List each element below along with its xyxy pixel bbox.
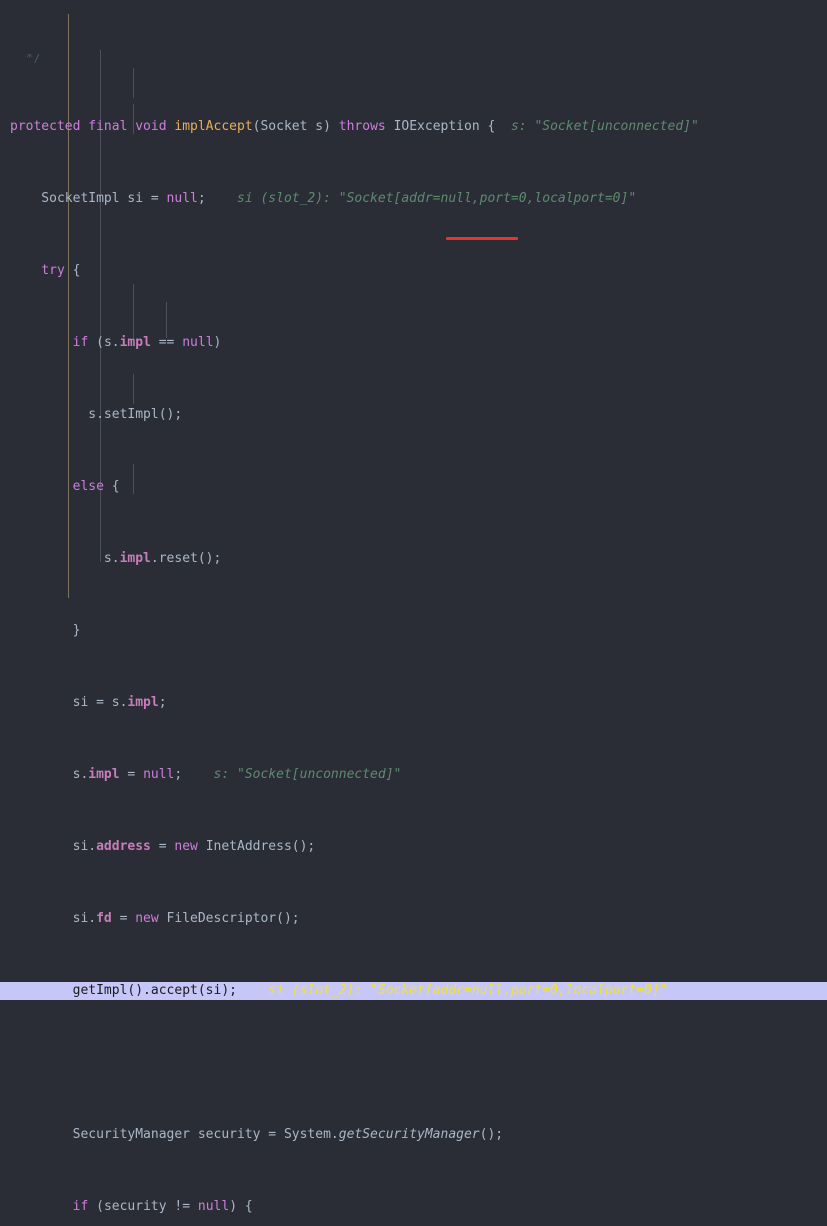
token-ident: security — [103, 1199, 175, 1214]
token-field: impl — [119, 335, 151, 350]
code-editor[interactable]: */ protected final void implAccept(Socke… — [0, 0, 827, 1214]
token-type: SecurityManager — [10, 1127, 191, 1142]
token-op: == — [150, 335, 183, 350]
token-punc: ; — [197, 191, 222, 206]
token-ident: s. — [10, 407, 104, 422]
token-op: = — [150, 191, 167, 206]
token-keyword: throws — [338, 119, 394, 134]
token-punc: (); — [158, 407, 183, 422]
code-line[interactable]: if (security != null) { — [0, 1198, 827, 1216]
token-keyword: protected final void — [10, 119, 175, 134]
token-type: InetAddress — [205, 839, 292, 854]
token-op: = — [268, 1127, 284, 1142]
code-line[interactable]: s.impl = null; s: "Socket[unconnected]" — [0, 766, 827, 784]
token-method-call: accept — [150, 983, 198, 998]
inline-hint[interactable]: s: "Socket[unconnected]" — [198, 767, 402, 782]
token-ident: s. — [10, 551, 120, 566]
token-punc: (). — [127, 983, 151, 998]
token-field: fd — [96, 911, 112, 926]
inline-hint-highlighted[interactable]: si (slot_2): "Socket[addr=null,port=0,lo… — [253, 983, 667, 998]
token-field: impl — [88, 767, 120, 782]
token-field: impl — [119, 551, 151, 566]
token-static-method-call: getSecurityManager — [338, 1127, 480, 1142]
token-type: System — [283, 1127, 331, 1142]
code-line[interactable]: SecurityManager security = System.getSec… — [0, 1126, 827, 1144]
token-punc: ; — [174, 767, 198, 782]
token-punc: (); — [197, 551, 222, 566]
token-op: = — [119, 767, 144, 782]
token-ident: si — [119, 191, 151, 206]
token-ident: si. — [10, 839, 97, 854]
code-line-highlighted[interactable]: getImpl().accept(si); si (slot_2): "Sock… — [0, 982, 827, 1000]
token-op: != — [174, 1199, 198, 1214]
token-punc: . — [330, 1127, 339, 1142]
token-punc: (); — [276, 911, 300, 926]
token-ident: s. — [103, 335, 120, 350]
token-keyword: null — [143, 767, 175, 782]
token-method-call: setImpl — [103, 407, 159, 422]
token-keyword: if — [10, 335, 89, 350]
token-keyword: null — [182, 335, 214, 350]
token-keyword: new — [174, 839, 206, 854]
token-ident: security — [190, 1127, 269, 1142]
token-blank — [10, 1055, 18, 1070]
token-keyword: null — [197, 1199, 230, 1214]
code-line[interactable]: SocketImpl si = null; si (slot_2): "Sock… — [0, 190, 827, 208]
code-line[interactable]: } — [0, 622, 827, 640]
code-line[interactable]: si = s.impl; — [0, 694, 827, 712]
token-field: address — [96, 839, 151, 854]
token-method-call: getImpl — [10, 983, 128, 998]
token-keyword: else — [10, 479, 104, 494]
comment-tail: */ — [10, 54, 42, 64]
token-punc: ) — [213, 335, 222, 350]
token-punc: (); — [291, 839, 316, 854]
token-keyword: new — [135, 911, 167, 926]
token-punc: . — [150, 551, 159, 566]
code-line[interactable]: si.fd = new FileDescriptor(); — [0, 910, 827, 928]
code-line[interactable]: */ — [0, 54, 827, 64]
code-line[interactable]: protected final void implAccept(Socket s… — [0, 118, 827, 136]
inline-hint[interactable]: s: "Socket[unconnected]" — [495, 119, 699, 134]
token-punc: ) { — [229, 1199, 253, 1214]
token-punc: ) — [323, 119, 339, 134]
token-field: impl — [127, 695, 159, 710]
token-ident: s — [307, 119, 324, 134]
token-method-call: reset — [158, 551, 198, 566]
token-punc: ( — [88, 1199, 104, 1214]
code-line[interactable]: else { — [0, 478, 827, 496]
token-punc: ; — [158, 695, 167, 710]
token-op: = — [111, 911, 136, 926]
token-type: SocketImpl — [10, 191, 120, 206]
token-type: IOException — [393, 119, 480, 134]
token-ident: si = s. — [10, 695, 128, 710]
token-ident: si. — [10, 911, 97, 926]
code-line[interactable]: if (s.impl == null) — [0, 334, 827, 352]
token-punc: } — [10, 623, 81, 638]
inline-hint[interactable]: si (slot_2): "Socket[addr=null,port=0,lo… — [221, 191, 636, 206]
token-method-decl: implAccept — [174, 119, 253, 134]
token-type: FileDescriptor — [166, 911, 277, 926]
token-punc: { — [479, 119, 496, 134]
code-line[interactable]: s.setImpl(); — [0, 406, 827, 424]
token-punc: { — [64, 263, 81, 278]
code-lines[interactable]: */ protected final void implAccept(Socke… — [0, 0, 827, 1226]
token-op: = — [150, 839, 175, 854]
token-keyword: try — [10, 263, 65, 278]
token-keyword: if — [10, 1199, 89, 1214]
token-punc: ( — [88, 335, 104, 350]
code-line[interactable]: try { — [0, 262, 827, 280]
code-line[interactable]: s.impl.reset(); — [0, 550, 827, 568]
token-punc: (si); — [197, 983, 253, 998]
code-line[interactable] — [0, 1054, 827, 1072]
token-punc: (); — [479, 1127, 504, 1142]
token-keyword: null — [166, 191, 198, 206]
token-type: Socket — [260, 119, 308, 134]
token-ident: s. — [10, 767, 89, 782]
token-punc: { — [103, 479, 120, 494]
error-underline — [446, 237, 518, 240]
code-line[interactable]: si.address = new InetAddress(); — [0, 838, 827, 856]
